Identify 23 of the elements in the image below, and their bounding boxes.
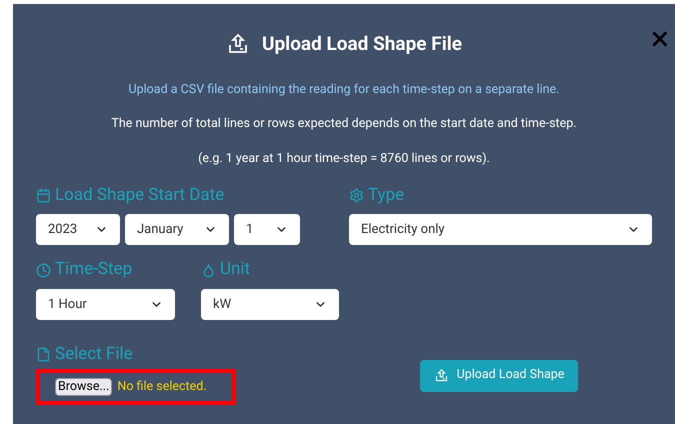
instruction-text: Upload a CSV file containing the reading for each time-step on a separate line. bbox=[128, 80, 560, 98]
instruction-text: (e.g. 1 year at 1 hour time-step = 8760 lines or rows). bbox=[198, 150, 490, 168]
field-label: Load Shape Start Date bbox=[55, 184, 224, 207]
field-label: Select File bbox=[55, 342, 133, 366]
unit-select[interactable]: kW bbox=[201, 288, 339, 320]
field-label: Time-Step bbox=[55, 258, 132, 282]
file-status: No file selected. bbox=[117, 378, 207, 396]
month-select[interactable]: January bbox=[125, 214, 229, 246]
field-label: Type bbox=[368, 184, 404, 207]
gear-icon bbox=[349, 188, 364, 203]
file-icon bbox=[36, 347, 51, 362]
type-select[interactable]: Electricity only bbox=[349, 214, 652, 246]
calendar-icon bbox=[36, 188, 51, 203]
clock-icon bbox=[36, 262, 51, 278]
year-select[interactable]: 2023 bbox=[36, 214, 120, 246]
instruction-text: The number of total lines or rows expected depends on the start date and time-step. bbox=[111, 115, 577, 134]
upload-icon bbox=[434, 368, 449, 384]
dialog-title: Upload Load Shape File bbox=[262, 31, 462, 57]
field-label: Unit bbox=[220, 258, 250, 282]
day-select[interactable]: 1 bbox=[234, 214, 300, 246]
time-step-select[interactable]: 1 Hour bbox=[36, 288, 175, 320]
browse-button[interactable]: Browse... bbox=[55, 378, 112, 396]
droplet-icon bbox=[201, 262, 216, 278]
